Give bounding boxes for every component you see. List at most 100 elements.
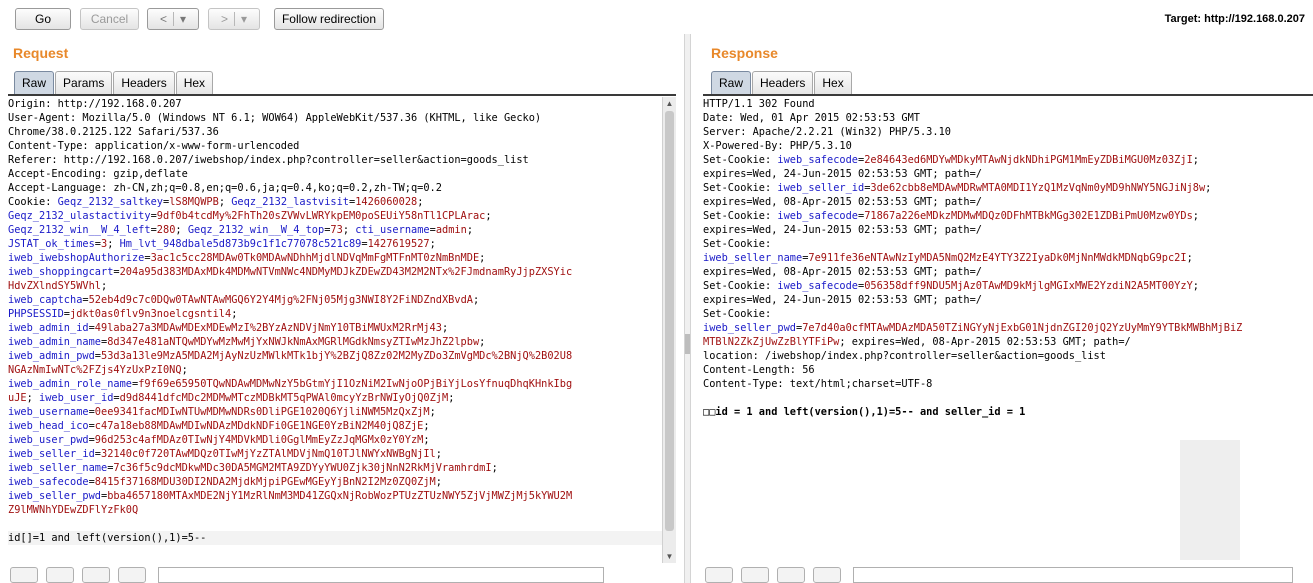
code-line: Geqz_2132_win__W_4_left=280; Geqz_2132_w… [8,223,662,237]
request-scrollbar[interactable]: ▲ ▼ [662,97,676,563]
cookie-name: iweb_shoppingcart [8,266,114,278]
cookie-value: 056358dff9NDU5MjAz0TAwMD9kMjlgMGIxMWE2Yz… [864,280,1193,292]
text-segment: ; [435,476,442,488]
text-segment: Set-Cookie: [703,210,778,222]
toolbar: Go Cancel < ▾ > ▾ Follow redirection Tar… [0,0,1313,38]
panel-divider[interactable] [684,34,691,583]
text-segment: ; [107,238,120,250]
follow-redirection-button[interactable]: Follow redirection [274,8,384,30]
text-segment: expires=Wed, 24-Jun-2015 02:53:53 GMT; p… [703,168,982,180]
next-match-button[interactable] [118,567,146,583]
cookie-value: MTBlN2ZkZjUwZzBlYTFiPw [703,336,840,348]
response-search-input[interactable] [853,567,1293,583]
cookie-value: Z9lMWNhYDEwZDFlYzFk0Q [8,504,139,516]
code-line: Content-Type: text/html;charset=UTF-8 [703,377,1313,391]
code-line: iweb_seller_pwd=7e7d40a0cfMTAwMDAzMDA50T… [703,321,1313,335]
text-segment: ; [1186,252,1193,264]
code-line: Referer: http://192.168.0.207/iwebshop/i… [8,153,662,167]
blurred-watermark [1180,440,1240,560]
forward-button[interactable]: > ▾ [208,8,260,30]
code-line: User-Agent: Mozilla/5.0 (Windows NT 6.1;… [8,111,662,125]
scroll-up-icon[interactable]: ▲ [663,97,676,110]
cancel-button[interactable]: Cancel [80,8,139,30]
text-segment: Set-Cookie: [703,280,778,292]
cookie-name: iweb_seller_id [8,448,95,460]
cookie-value: 32140c0f720TAwMDQz0TIwMjYzZTAlMDVjNmQ10T… [101,448,436,460]
cookie-value: c47a18eb88MDAwMDIwNDAzMDdkNDFi0GE1NGE0Yz… [94,420,424,432]
scrollbar-thumb[interactable] [665,111,674,531]
text-segment: ; [435,448,442,460]
cookie-name: iweb_safecode [777,154,858,166]
code-line: MTBlN2ZkZjUwZzBlYTFiPw; expires=Wed, 08-… [703,335,1313,349]
text-segment: Set-Cookie: [703,154,778,166]
cookie-name: Geqz_2132_saltkey [57,196,163,208]
cookie-value: 96d253c4afMDAz0TIwNjY4MDVkMDli0GglMmEyZz… [94,434,424,446]
code-line: location: /iwebshop/index.php?controller… [703,349,1313,363]
cookie-value: f9f69e65950TQwNDAwMDMwNzY5bGtmYjI1OzNiM2… [138,378,573,390]
cookie-value: 3de62cbb8eMDAwMDRwMTA0MDI1YzQ1MzVqNm0yMD… [870,182,1206,194]
request-editor[interactable]: Origin: http://192.168.0.207 User-Agent: … [8,97,662,563]
divider-grip[interactable] [685,334,690,354]
help-button[interactable] [705,567,733,583]
cookie-value: 53d3a13le9MzA5MDA2MjAyNzUzMWlkMTk1bjY%2B… [101,350,573,362]
next-match-button[interactable] [813,567,841,583]
cookie-name: iweb_admin_id [8,322,89,334]
text-segment: Set-Cookie: [703,308,772,320]
code-line: iweb_admin_pwd=53d3a13le9MzA5MDA2MjAyNzU… [8,349,662,363]
tab-hex[interactable]: Hex [175,71,214,94]
code-line: Set-Cookie: iweb_safecode=056358dff9NDU5… [703,279,1313,293]
go-button[interactable]: Go [15,8,71,30]
code-line: HTTP/1.1 302 Found [703,97,1313,111]
cookie-name: Geqz_2132_win__W_4_top [187,224,325,236]
back-button[interactable]: < ▾ [147,8,199,30]
code-line: Content-Length: 56 [703,363,1313,377]
code-line: Set-Cookie: iweb_seller_id=3de62cbb8eMDA… [703,181,1313,195]
text-segment: Set-Cookie: [703,182,778,194]
tab-params[interactable]: Params [55,71,113,94]
text-segment: ; [441,322,449,334]
text-segment: ; [1192,210,1199,222]
text-segment: ; [1192,154,1199,166]
text-segment: Accept-Language: zh-CN,zh;q=0.8,en;q=0.6… [8,182,442,194]
cookie-name: iweb_username [8,406,89,418]
previous-match-button[interactable] [741,567,769,583]
response-title: Response [711,45,778,61]
text-segment: ; [231,308,238,320]
text-segment: ; [466,224,474,236]
scroll-down-icon[interactable]: ▼ [663,550,676,563]
text-segment: expires=Wed, 24-Jun-2015 02:53:53 GMT; p… [703,224,982,236]
target-label[interactable]: Target: http://192.168.0.207 [1165,13,1305,25]
tab-raw[interactable]: Raw [14,71,55,94]
previous-match-button[interactable] [46,567,74,583]
text-segment: Content-Type: application/x-www-form-url… [8,140,300,152]
code-line: Date: Wed, 01 Apr 2015 02:53:53 GMT [703,111,1313,125]
code-line: HdvZXlndSY5WVhl; [8,279,662,293]
add-button[interactable] [777,567,805,583]
chevron-down-icon[interactable]: ▾ [180,12,186,26]
text-segment: location: /iwebshop/index.php?controller… [703,350,1106,362]
request-search-input[interactable] [158,567,604,583]
text-segment: ; [429,406,436,418]
text-segment: ; [479,252,486,264]
add-button[interactable] [82,567,110,583]
tab-raw[interactable]: Raw [711,71,752,94]
tab-hex[interactable]: Hex [814,71,852,94]
text-segment: Referer: http://192.168.0.207/iwebshop/i… [8,154,529,166]
cookie-value: 280 [156,224,176,236]
text-segment: Date: Wed, 01 Apr 2015 02:53:53 GMT [703,112,920,124]
help-button[interactable] [10,567,38,583]
request-tab-underline [8,94,676,96]
text-segment: ; [429,238,436,250]
chevron-down-icon[interactable]: ▾ [241,12,247,26]
code-line: Accept-Language: zh-CN,zh;q=0.8,en;q=0.6… [8,181,662,195]
split-separator [233,12,235,26]
text-segment: X-Powered-By: PHP/5.3.10 [703,140,852,152]
text-segment: ; [485,210,492,222]
tab-headers[interactable]: Headers [752,71,814,94]
tab-headers[interactable]: Headers [113,71,175,94]
cookie-value: jdkt0as0flv9n3noelcgsntil4 [70,308,232,320]
text-segment: ; [181,364,188,376]
cookie-name: iweb_admin_name [8,336,101,348]
cookie-name: iweb_iwebshopAuthorize [8,252,145,264]
text-segment: ; [417,196,424,208]
